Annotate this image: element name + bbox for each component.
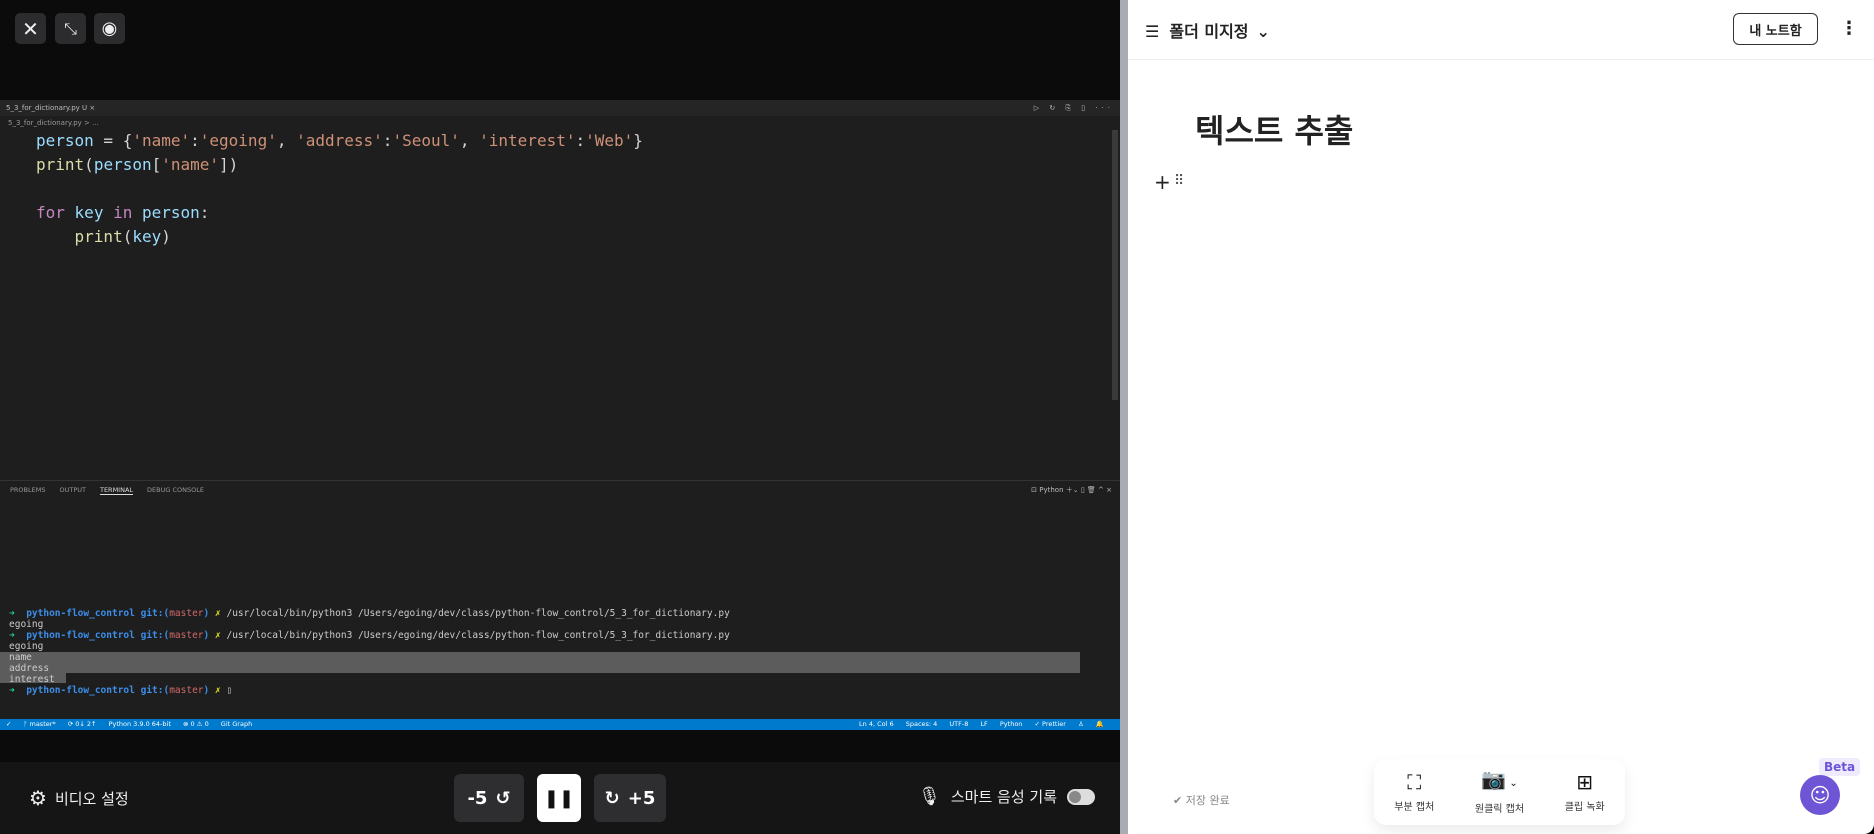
editor-tab[interactable]: 5_3_for_dictionary.py U × ▷ ↻ ⎘ ▯ ···	[0, 100, 1120, 116]
terminal-panel: PROBLEMS OUTPUT TERMINAL DEBUG CONSOLE ⊡…	[0, 480, 1120, 719]
breadcrumb: 5_3_for_dictionary.py > ...	[8, 119, 99, 127]
more-options-icon[interactable]: ⋮	[1840, 18, 1858, 39]
add-block-icon[interactable]: +	[1154, 170, 1171, 194]
note-header: ☰ 폴더 미지정 ⌄ 내 노트함 ⋮	[1128, 0, 1874, 60]
microphone-icon: 🎙	[918, 786, 941, 807]
player-controls: ⚙ 비디오 설정 -5 ↺ ❚❚ ↻ +5 🎙 스마트 음성 기록	[0, 762, 1120, 834]
close-button[interactable]: ✕	[15, 13, 46, 44]
note-title[interactable]: 텍스트 추출	[1195, 106, 1353, 152]
gear-icon: ⚙	[29, 786, 47, 810]
git-sync[interactable]: ⟳ 0↓ 2↑	[68, 720, 97, 728]
camera-icon: 📷 ⌄	[1481, 767, 1518, 791]
terminal-output: address	[9, 663, 50, 674]
eye-icon: ◉	[101, 18, 118, 39]
forward-button[interactable]: ↻ +5	[594, 774, 666, 822]
close-icon: ✕	[22, 16, 39, 41]
problems-count[interactable]: ⊗ 0 ⚠ 0	[183, 720, 209, 728]
visibility-button[interactable]: ◉	[94, 13, 125, 44]
terminal-prompt[interactable]: ➜ python-flow_control git:(master) ✗ ▯	[9, 685, 232, 696]
smart-voice-toggle-row: 🎙 스마트 음성 기록	[918, 786, 1095, 807]
encoding[interactable]: UTF-8	[949, 720, 968, 728]
my-notes-button[interactable]: 내 노트함	[1733, 13, 1818, 45]
status-bar: ✓ ᚠ master* ⟳ 0↓ 2↑ Python 3.9.0 64-bit …	[0, 719, 1120, 730]
code-line-5: print(key)	[74, 227, 171, 246]
fullscreen-button[interactable]: ⤡	[55, 13, 86, 44]
forward-icon: ↻	[604, 787, 620, 809]
folder-label: 폴더 미지정	[1169, 22, 1249, 41]
terminal-line: ➜ python-flow_control git:(master) ✗ /us…	[9, 630, 730, 641]
line-ending[interactable]: LF	[980, 720, 987, 728]
terminal-output: egoing	[9, 619, 44, 630]
pause-button[interactable]: ❚❚	[537, 774, 581, 822]
video-settings-label: 비디오 설정	[54, 789, 129, 808]
terminal-output: name	[9, 652, 32, 663]
video-settings-button[interactable]: ⚙ 비디오 설정	[29, 786, 129, 810]
folder-selector[interactable]: ☰ 폴더 미지정 ⌄	[1145, 18, 1270, 42]
git-branch[interactable]: ᚠ master*	[24, 720, 56, 728]
language-mode[interactable]: Python	[1000, 720, 1023, 728]
python-interpreter[interactable]: Python 3.9.0 64-bit	[109, 720, 171, 728]
expand-icon: ⤡	[64, 18, 77, 38]
rewind-label: -5	[467, 787, 488, 809]
feedback-icon[interactable]: ♙	[1078, 720, 1084, 728]
tab-output[interactable]: OUTPUT	[59, 486, 86, 495]
clip-record-button[interactable]: ⊞ 클립 녹화	[1565, 772, 1605, 813]
crop-icon: ⛶	[1407, 769, 1422, 794]
code-line-1: person = {'name':'egoing', 'address':'Se…	[36, 131, 643, 150]
prettier[interactable]: ✓ Prettier	[1035, 720, 1066, 728]
smart-voice-toggle[interactable]	[1067, 788, 1095, 805]
chat-assistant-button[interactable]: ☺	[1800, 775, 1840, 815]
code-line-4: for key in person:	[36, 203, 210, 222]
cursor-position[interactable]: Ln 4, Col 6	[859, 720, 894, 728]
capture-toolbar: ⛶ 부분 캡처 📷 ⌄ 원클릭 캡처 ⊞ 클립 녹화	[1374, 759, 1625, 825]
tool-label: 원클릭 캡처	[1474, 804, 1525, 815]
pause-icon: ❚❚	[543, 787, 575, 809]
rewind-icon: ↺	[495, 787, 511, 809]
indentation[interactable]: Spaces: 4	[906, 720, 938, 728]
oneclick-capture-button[interactable]: 📷 ⌄ 원클릭 캡처	[1475, 769, 1524, 815]
chevron-down-icon: ⌄	[1256, 22, 1270, 41]
git-graph[interactable]: Git Graph	[221, 720, 252, 728]
drag-handle-icon[interactable]: ⠿	[1174, 173, 1184, 189]
panel-actions[interactable]: ⊡ Python ＋⌄ ▯ 🗑 ^ ×	[1031, 485, 1112, 495]
save-status: ✔ 저장 완료	[1173, 794, 1230, 807]
code-line-2: print(person['name'])	[36, 155, 239, 174]
forward-label: +5	[627, 787, 656, 809]
bell-icon[interactable]: 🔔	[1096, 720, 1104, 728]
rewind-button[interactable]: -5 ↺	[454, 774, 524, 822]
terminal-output: interest	[9, 674, 55, 685]
vscode-window: 5_3_for_dictionary.py U × ▷ ↻ ⎘ ▯ ··· 5_3…	[0, 100, 1120, 730]
editor-actions[interactable]: ▷ ↻ ⎘ ▯ ···	[1034, 100, 1114, 116]
tab-problems[interactable]: PROBLEMS	[10, 486, 45, 495]
smart-voice-label: 스마트 음성 기록	[950, 788, 1057, 806]
beta-badge: Beta	[1819, 758, 1861, 776]
remote-indicator[interactable]: ✓	[6, 720, 11, 728]
tool-label: 클립 녹화	[1564, 801, 1605, 813]
tab-debug-console[interactable]: DEBUG CONSOLE	[147, 486, 204, 495]
tool-label: 부분 캡처	[1394, 801, 1435, 813]
tab-label: 5_3_for_dictionary.py U ×	[6, 104, 96, 112]
list-icon: ☰	[1145, 22, 1160, 41]
video-plus-icon: ⊞	[1576, 769, 1594, 794]
panel-divider[interactable]	[1120, 0, 1128, 834]
selection-highlight	[0, 652, 1080, 673]
video-player: ✕ ⤡ ◉ 5_3_for_dictionary.py U × ▷ ↻ ⎘ ▯ ·…	[0, 0, 1120, 834]
terminal-output: egoing	[9, 641, 44, 652]
terminal-line: ➜ python-flow_control git:(master) ✗ /us…	[9, 608, 730, 619]
smile-chat-icon: ☺	[1809, 783, 1831, 807]
editor-scrollbar[interactable]	[1112, 130, 1118, 400]
partial-capture-button[interactable]: ⛶ 부분 캡처	[1394, 772, 1434, 813]
note-panel: ☰ 폴더 미지정 ⌄ 내 노트함 ⋮ 텍스트 추출 + ⠿ ✔ 저장 완료 ⛶ 부분 …	[1128, 0, 1874, 834]
tab-terminal[interactable]: TERMINAL	[99, 486, 134, 495]
